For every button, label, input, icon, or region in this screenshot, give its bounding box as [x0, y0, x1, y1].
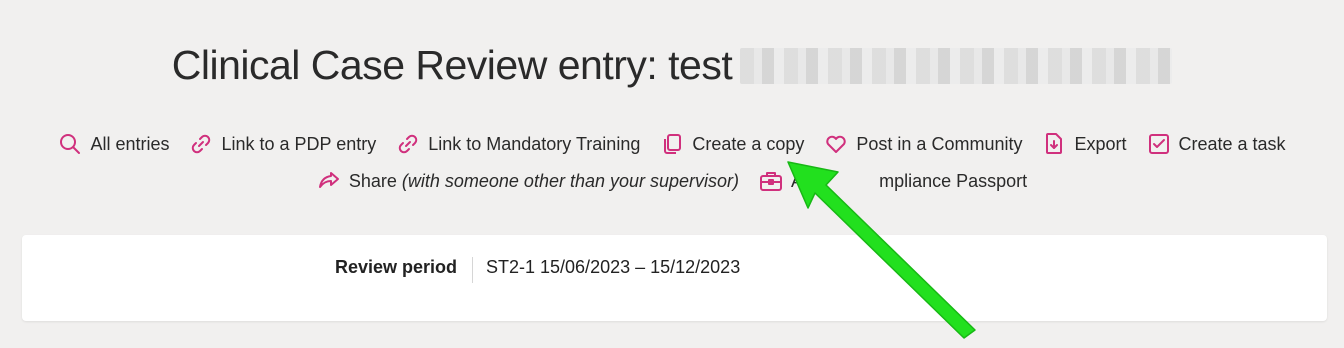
- entry-details-card: Review period ST2-1 15/06/2023 – 15/12/2…: [22, 235, 1327, 321]
- link-mandatory-training-link[interactable]: Link to Mandatory Training: [396, 132, 640, 156]
- title-row: Clinical Case Review entry: test: [0, 42, 1344, 89]
- all-entries-label: All entries: [90, 133, 170, 154]
- all-entries-link[interactable]: All entries: [58, 132, 169, 156]
- page: Clinical Case Review entry: test All ent…: [0, 0, 1344, 348]
- share-note: (with someone other than your supervisor…: [401, 170, 740, 191]
- redacted-title-text: [740, 47, 1173, 84]
- checkbox-icon: [1147, 132, 1171, 156]
- copy-icon: [660, 132, 684, 156]
- create-task-label: Create a task: [1178, 133, 1286, 154]
- export-label: Export: [1074, 133, 1127, 154]
- search-icon: [58, 132, 82, 156]
- review-period-row: Review period ST2-1 15/06/2023 – 15/12/2…: [22, 257, 1327, 283]
- download-file-icon: [1042, 132, 1066, 156]
- export-link[interactable]: Export: [1042, 132, 1127, 156]
- page-title: Clinical Case Review entry: test: [171, 42, 733, 88]
- link-pdp-entry-link[interactable]: Link to a PDP entry: [189, 132, 376, 156]
- share-label: Share: [348, 170, 397, 191]
- link-icon: [396, 132, 420, 156]
- review-period-value: ST2-1 15/06/2023 – 15/12/2023: [486, 257, 741, 277]
- annotation-arrow-icon: [787, 161, 976, 339]
- link-icon: [189, 132, 213, 156]
- field-divider: [472, 257, 473, 283]
- create-task-link[interactable]: Create a task: [1147, 132, 1286, 156]
- link-mandatory-training-label: Link to Mandatory Training: [428, 133, 641, 154]
- actions-toolbar-row-1: All entries Link to a PDP entry Link to …: [0, 132, 1344, 156]
- share-arrow-icon: [317, 169, 341, 193]
- link-pdp-entry-label: Link to a PDP entry: [221, 133, 377, 154]
- share-link[interactable]: Share (with someone other than your supe…: [317, 169, 739, 193]
- review-period-label: Review period: [334, 257, 457, 277]
- actions-toolbar-row-2: Share (with someone other than your supe…: [0, 169, 1344, 193]
